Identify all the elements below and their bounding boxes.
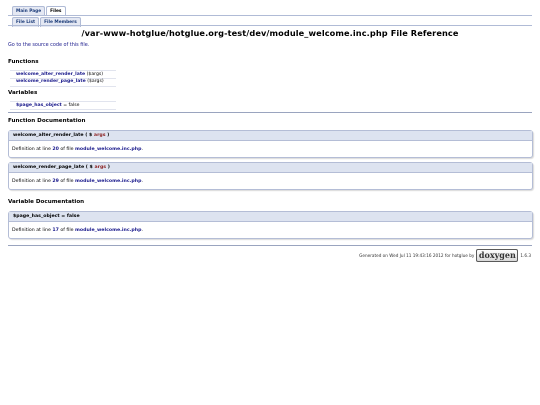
line-link[interactable]: 20 <box>52 147 59 152</box>
prototype-name: $page_has_object = false <box>13 213 80 219</box>
member-separator <box>10 86 116 87</box>
definition-end: . <box>141 179 144 184</box>
variable-prototype: $page_has_object = false <box>9 212 532 222</box>
prototype-arg: args <box>94 164 107 170</box>
function-doc-box: welcome_render_page_late ( $ args ) Defi… <box>8 162 533 190</box>
definition-end: . <box>141 228 144 233</box>
function-args: ($args) <box>86 72 104 77</box>
function-args: ($args) <box>87 79 104 84</box>
file-link[interactable]: module_welcome.inc.php <box>75 228 141 233</box>
definition-text: of file <box>60 228 74 233</box>
subtab-divider <box>8 25 532 26</box>
member-separator <box>10 109 116 110</box>
definition-text: Definition at line <box>12 147 51 152</box>
definition-end: . <box>141 147 144 152</box>
variable-item: $page_has_object = false <box>16 103 79 108</box>
function-doc-box: welcome_alter_render_late ( $ args ) Def… <box>8 130 533 158</box>
function-prototype: welcome_render_page_late ( $ args ) <box>9 163 532 173</box>
variable-definition: Definition at line 17 of file module_wel… <box>9 222 532 238</box>
definition-text: Definition at line <box>12 228 51 233</box>
function-definition: Definition at line 29 of file module_wel… <box>9 173 532 189</box>
variables-heading: Variables <box>8 90 38 96</box>
variable-doc-box: $page_has_object = false Definition at l… <box>8 211 533 239</box>
footer-text: Generated on Wed Jul 11 19:43:16 2012 fo… <box>359 253 475 258</box>
doxygen-version: 1.6.3 <box>520 253 531 258</box>
variable-value: = false <box>63 103 80 108</box>
line-link[interactable]: 17 <box>52 228 59 233</box>
tab-divider <box>8 15 532 16</box>
function-link[interactable]: welcome_alter_render_late <box>16 72 85 77</box>
functions-heading: Functions <box>8 59 39 65</box>
prototype-open: ( $ <box>85 164 93 170</box>
page-title: /var-www-hotglue/hotglue.org-test/dev/mo… <box>81 28 459 38</box>
function-item: welcome_alter_render_late ($args) <box>16 72 103 77</box>
function-definition: Definition at line 20 of file module_wel… <box>9 141 532 157</box>
prototype-name: welcome_alter_render_late <box>13 132 84 138</box>
prototype-open: ( $ <box>85 132 93 138</box>
prototype-name: welcome_render_page_late <box>13 164 85 170</box>
prototype-arg: args <box>93 132 106 138</box>
file-link[interactable]: module_welcome.inc.php <box>75 147 141 152</box>
function-item: welcome_render_page_late ($args) <box>16 79 104 84</box>
line-link[interactable]: 29 <box>52 179 59 184</box>
function-prototype: welcome_alter_render_late ( $ args ) <box>9 131 532 141</box>
file-link[interactable]: module_welcome.inc.php <box>75 179 141 184</box>
definition-text: of file <box>60 147 74 152</box>
member-separator <box>10 70 116 71</box>
definition-text: Definition at line <box>12 179 51 184</box>
prototype-close: ) <box>107 132 110 138</box>
member-separator <box>10 101 116 102</box>
footer-rule <box>8 245 532 246</box>
variable-doc-heading: Variable Documentation <box>8 199 85 205</box>
section-rule <box>8 112 532 113</box>
doxygen-logo[interactable]: doxygen <box>476 249 519 262</box>
function-doc-heading: Function Documentation <box>8 118 86 124</box>
prototype-close: ) <box>107 164 110 170</box>
function-link[interactable]: welcome_render_page_late <box>16 79 86 84</box>
variable-link[interactable]: $page_has_object <box>16 103 62 108</box>
source-code-link[interactable]: Go to the source code of this file. <box>8 42 89 48</box>
definition-text: of file <box>60 179 74 184</box>
footer: Generated on Wed Jul 11 19:43:16 2012 fo… <box>359 249 531 262</box>
